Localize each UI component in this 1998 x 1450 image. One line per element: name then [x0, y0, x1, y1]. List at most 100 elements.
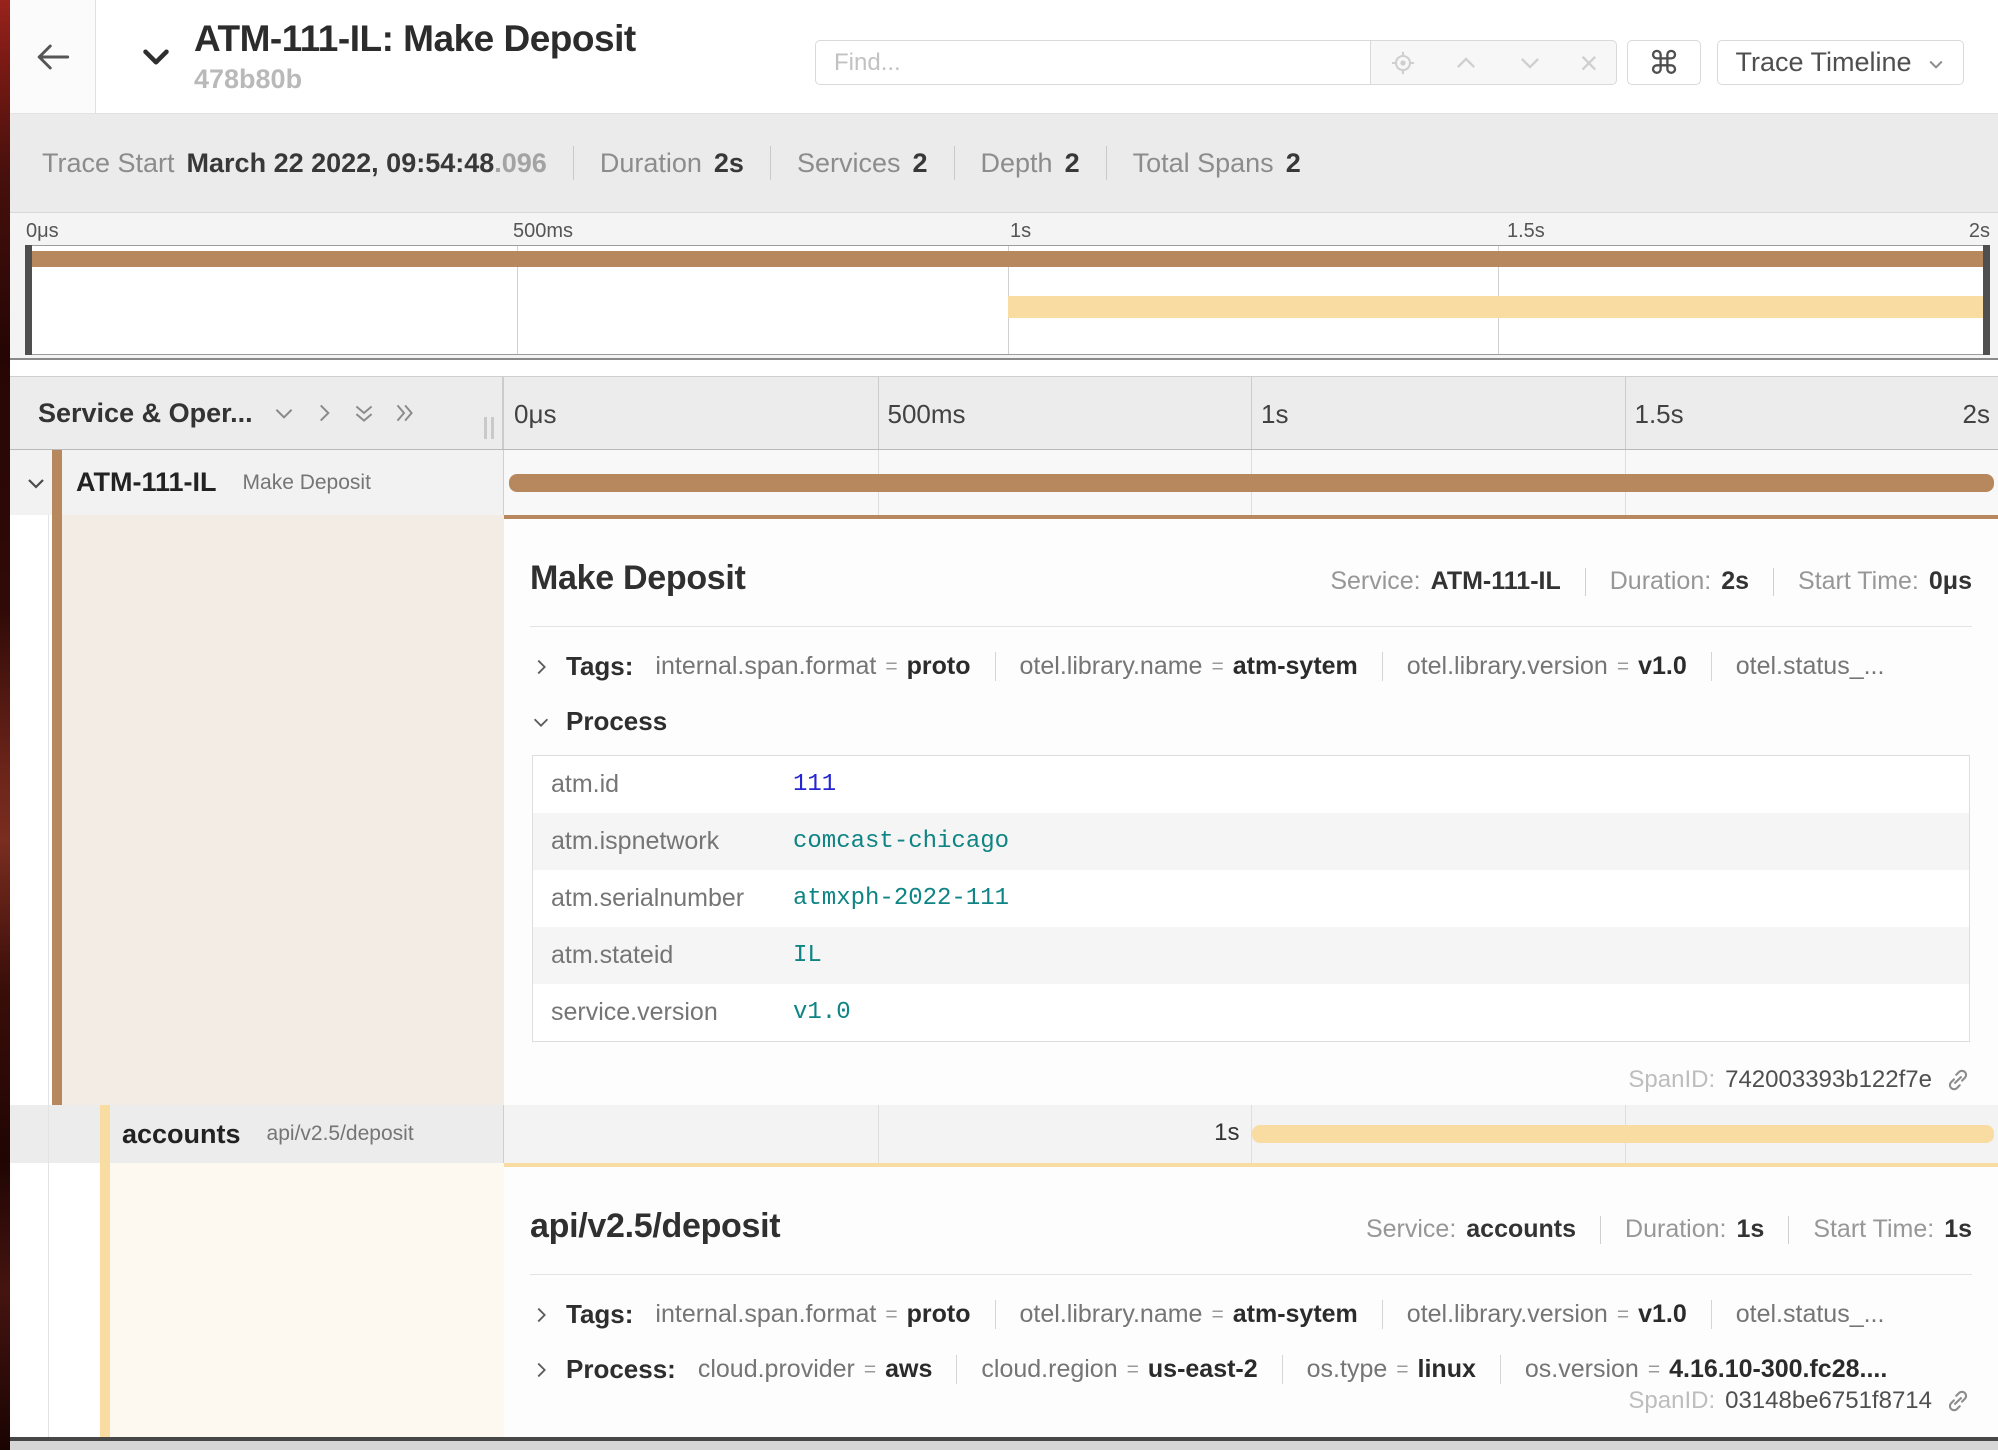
gridline — [1625, 377, 1626, 449]
tag-pair: os.version = 4.16.10-300.fc28.... — [1500, 1355, 1887, 1384]
span-id-row: SpanID: 742003393b122f7e — [530, 1066, 1972, 1094]
tag-key: internal.span.format — [655, 652, 876, 681]
back-button[interactable] — [10, 0, 96, 113]
tag-pair: otel.status_... — [1711, 652, 1885, 681]
minimap-left-scrubber-handle[interactable] — [25, 245, 32, 355]
process-section-header[interactable]: Process — [530, 706, 1972, 737]
duration-label: Duration: — [1625, 1215, 1726, 1244]
jaeger-trace-page: ATM-111-IL: Make Deposit 478b80b × ⌘ Tr — [10, 0, 1998, 1441]
tag-key: internal.span.format — [655, 1300, 876, 1329]
minimap-tick: 2s — [1969, 220, 1990, 243]
minimap-canvas[interactable] — [25, 245, 1990, 355]
span-duration-bar[interactable] — [509, 474, 1994, 492]
minimap-tick: 500ms — [513, 220, 573, 243]
process-label: Process — [566, 706, 667, 737]
span-row-deposit-api[interactable]: accounts api/v2.5/deposit 1s — [10, 1105, 1998, 1163]
start-time-label: Start Time: — [1798, 567, 1919, 596]
prev-result-chevron-up-icon[interactable] — [1452, 49, 1480, 77]
process-table-row: atm.stateid IL — [533, 927, 1969, 984]
tag-pair: cloud.region = us-east-2 — [956, 1355, 1257, 1384]
span-id-value: 03148be6751f8714 — [1725, 1387, 1932, 1415]
divider — [1585, 568, 1586, 596]
tags-section-header[interactable]: Tags: internal.span.format = proto otel.… — [530, 651, 1972, 682]
spacer — [10, 360, 1998, 376]
span-overview: Service: accounts Duration: 1s Start Tim… — [1366, 1215, 1972, 1244]
collapse-all-double-chevron-right-icon[interactable] — [391, 400, 417, 426]
gridline — [878, 377, 879, 449]
tag-pair: cloud.provider = aws — [698, 1355, 933, 1384]
indent-guide — [48, 1105, 49, 1163]
tag-value: us-east-2 — [1148, 1355, 1258, 1384]
expand-all-double-chevron-down-icon[interactable] — [351, 400, 377, 426]
trace-stat-label: Duration — [600, 148, 702, 179]
tag-equals: = — [885, 655, 897, 679]
minimap-right-scrubber-handle[interactable] — [1983, 245, 1990, 355]
next-result-chevron-down-icon[interactable] — [1516, 49, 1544, 77]
trace-stat: Duration 2s — [573, 146, 744, 180]
tag-key: cloud.provider — [698, 1355, 855, 1384]
tag-value: proto — [907, 652, 971, 681]
trace-stat-value: 2 — [1065, 148, 1080, 179]
process-value: atmxph-2022-111 — [783, 885, 1009, 912]
tag-value: 4.16.10-300.fc28.... — [1669, 1355, 1887, 1384]
tag-value: aws — [885, 1355, 932, 1384]
trace-view-selector-button[interactable]: Trace Timeline — [1717, 40, 1964, 85]
minimap-tick-labels: 0μs 500ms 1s 1.5s 2s — [10, 213, 1998, 245]
collapse-trace-chevron-icon[interactable] — [138, 39, 174, 75]
tag-pair: internal.span.format = proto — [655, 1300, 970, 1329]
trace-start-label: Trace Start — [42, 148, 175, 179]
process-key: atm.id — [533, 770, 783, 799]
service-value: ATM-111-IL — [1431, 567, 1561, 596]
trace-stat: Total Spans 2 — [1106, 146, 1301, 180]
expand-one-level-chevron-down-icon[interactable] — [271, 400, 297, 426]
minimap-tick: 0μs — [26, 220, 59, 243]
span-detail-make-deposit: Make Deposit Service: ATM-111-IL Duratio… — [10, 515, 1998, 1105]
deep-link-icon[interactable] — [1944, 1387, 1972, 1415]
span-row-label-cell: ATM-111-IL Make Deposit — [10, 450, 504, 515]
tag-key: otel.status_... — [1736, 652, 1885, 681]
tag-key: otel.library.version — [1407, 652, 1608, 681]
tag-pair: otel.library.name = atm-sytem — [995, 1300, 1358, 1329]
process-section-header[interactable]: Process: cloud.provider = aws cloud.regi… — [530, 1354, 1972, 1385]
timeline-header-row: Service & Oper... 0μs 500ms 1s 1.5s 2s — [10, 376, 1998, 450]
gridline — [1251, 377, 1252, 449]
minimap-tick: 1s — [1010, 220, 1031, 243]
tag-pair: otel.library.name = atm-sytem — [995, 652, 1358, 681]
deep-link-icon[interactable] — [1944, 1066, 1972, 1094]
tag-key: otel.library.version — [1407, 1300, 1608, 1329]
process-value: IL — [783, 942, 822, 969]
span-color-bar — [52, 450, 62, 515]
indent-guide — [48, 1163, 49, 1437]
clear-search-icon[interactable]: × — [1580, 47, 1599, 79]
tag-key: otel.library.name — [1020, 652, 1203, 681]
collapse-span-chevron-down-icon[interactable] — [24, 471, 48, 495]
start-time-value: 0μs — [1929, 567, 1972, 596]
axis-tick: 1s — [1261, 399, 1288, 430]
process-table-row: service.version v1.0 — [533, 984, 1969, 1041]
tags-section-header[interactable]: Tags: internal.span.format = proto otel.… — [530, 1299, 1972, 1330]
keyboard-shortcuts-button[interactable]: ⌘ — [1627, 40, 1701, 85]
tag-equals: = — [1617, 655, 1629, 679]
find-controls: × — [1371, 40, 1617, 85]
tag-pair: otel.library.version = v1.0 — [1382, 652, 1687, 681]
span-start-label: 1s — [1214, 1119, 1239, 1147]
indent-guide — [48, 515, 49, 1105]
tag-key: os.version — [1525, 1355, 1639, 1384]
trace-stat-value: 2 — [1286, 148, 1301, 179]
trace-title: ATM-111-IL: Make Deposit — [194, 18, 636, 60]
span-detail-title: Make Deposit — [530, 559, 746, 598]
match-target-icon[interactable] — [1389, 49, 1417, 77]
column-resizer-handle[interactable] — [484, 417, 494, 439]
find-input[interactable] — [815, 40, 1371, 85]
span-detail-panel: api/v2.5/deposit Service: accounts Durat… — [504, 1163, 1998, 1437]
trace-stat-label: Services — [797, 148, 901, 179]
start-time-label: Start Time: — [1813, 1215, 1934, 1244]
tag-value: atm-sytem — [1233, 652, 1358, 681]
span-service-name: accounts — [122, 1119, 241, 1150]
span-row-make-deposit[interactable]: ATM-111-IL Make Deposit — [10, 450, 1998, 515]
trace-stat: Services 2 — [770, 146, 928, 180]
trace-summary-bar: Trace Start March 22 2022, 09:54:48 .096… — [10, 114, 1998, 213]
span-operation-name: api/v2.5/deposit — [267, 1122, 414, 1146]
collapse-one-level-chevron-right-icon[interactable] — [311, 400, 337, 426]
span-duration-bar[interactable] — [1252, 1125, 1995, 1143]
